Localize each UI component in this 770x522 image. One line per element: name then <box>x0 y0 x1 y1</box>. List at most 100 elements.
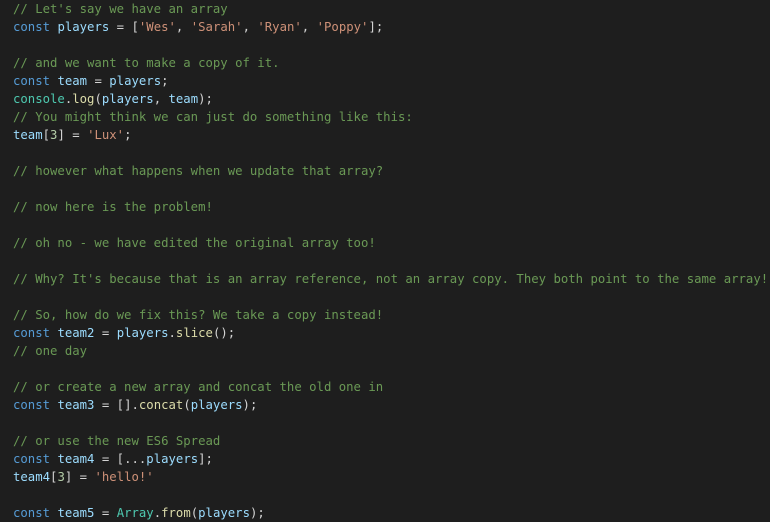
code-line[interactable]: const team2 = players.slice(); <box>0 324 770 342</box>
code-punctuation: ( <box>183 398 191 412</box>
code-string: 'Sarah' <box>190 20 243 34</box>
code-punctuation: = <box>94 326 117 340</box>
code-line[interactable] <box>0 360 770 378</box>
code-punctuation: = [ <box>109 20 139 34</box>
code-identifier: team <box>168 92 199 106</box>
code-identifier: team5 <box>57 506 95 520</box>
code-string: 'Ryan' <box>257 20 302 34</box>
code-line[interactable] <box>0 216 770 234</box>
code-identifier: team4 <box>13 470 51 484</box>
code-punctuation: ; <box>161 74 169 88</box>
code-comment: // however what happens when we update t… <box>13 164 384 178</box>
code-line[interactable] <box>0 414 770 432</box>
code-line[interactable]: // Why? It's because that is an array re… <box>0 270 770 288</box>
code-line[interactable] <box>0 252 770 270</box>
code-punctuation: = [... <box>94 452 147 466</box>
code-line[interactable]: // one day <box>0 342 770 360</box>
code-identifier: team3 <box>57 398 95 412</box>
code-object-name: console <box>13 92 65 106</box>
code-punctuation: ( <box>94 92 102 106</box>
code-punctuation: = <box>94 506 117 520</box>
code-line[interactable]: // or use the new ES6 Spread <box>0 432 770 450</box>
code-keyword: const <box>13 452 51 466</box>
code-comment: // oh no - we have edited the original a… <box>13 236 376 250</box>
code-punctuation: ); <box>242 398 258 412</box>
code-punctuation: , <box>175 20 191 34</box>
code-line[interactable]: // You might think we can just do someth… <box>0 108 770 126</box>
code-line[interactable]: team[3] = 'Lux'; <box>0 126 770 144</box>
code-comment: // one day <box>13 344 88 358</box>
code-comment: // or use the new ES6 Spread <box>13 434 221 448</box>
code-line[interactable] <box>0 288 770 306</box>
code-punctuation: , <box>242 20 258 34</box>
code-line[interactable] <box>0 144 770 162</box>
code-string: 'hello!' <box>94 470 154 484</box>
code-identifier: players <box>57 20 110 34</box>
code-punctuation: = <box>87 74 110 88</box>
code-identifier: team4 <box>57 452 95 466</box>
code-punctuation: , <box>153 92 169 106</box>
code-punctuation: ] = <box>64 470 95 484</box>
code-line[interactable]: team4[3] = 'hello!' <box>0 468 770 486</box>
code-punctuation: = []. <box>94 398 139 412</box>
code-punctuation: [ <box>42 128 51 142</box>
code-line[interactable]: // So, how do we fix this? We take a cop… <box>0 306 770 324</box>
code-line[interactable]: const team3 = [].concat(players); <box>0 396 770 414</box>
code-punctuation: ] = <box>57 128 88 142</box>
code-identifier: players <box>190 398 243 412</box>
code-string: 'Wes' <box>138 20 176 34</box>
code-line[interactable]: const team = players; <box>0 72 770 90</box>
code-keyword: const <box>13 398 51 412</box>
code-punctuation: ); <box>198 92 213 106</box>
code-comment: // and we want to make a copy of it. <box>13 56 280 70</box>
code-punctuation: ); <box>249 506 265 520</box>
code-line[interactable]: // or create a new array and concat the … <box>0 378 770 396</box>
code-line[interactable] <box>0 180 770 198</box>
code-identifier: players <box>101 92 154 106</box>
code-line[interactable]: // oh no - we have edited the original a… <box>0 234 770 252</box>
code-line[interactable]: const players = ['Wes', 'Sarah', 'Ryan',… <box>0 18 770 36</box>
code-comment: // Why? It's because that is an array re… <box>13 272 769 286</box>
code-keyword: const <box>13 20 51 34</box>
code-function-name: slice <box>175 326 213 340</box>
code-comment: // or create a new array and concat the … <box>13 380 384 394</box>
code-punctuation: , <box>301 20 317 34</box>
code-punctuation: . <box>168 326 176 340</box>
code-punctuation: ; <box>124 128 132 142</box>
code-identifier: team2 <box>57 326 95 340</box>
code-line[interactable]: // and we want to make a copy of it. <box>0 54 770 72</box>
code-comment: // now here is the problem! <box>13 200 213 214</box>
code-comment: // Let's say we have an array <box>13 2 228 16</box>
code-punctuation: ]; <box>368 20 384 34</box>
code-identifier: team <box>57 74 88 88</box>
code-comment: // So, how do we fix this? We take a cop… <box>13 308 384 322</box>
code-string: 'Poppy' <box>316 20 369 34</box>
code-identifier: players <box>109 74 162 88</box>
code-line[interactable]: // now here is the problem! <box>0 198 770 216</box>
code-line[interactable] <box>0 486 770 504</box>
code-line[interactable]: // Let's say we have an array <box>0 0 770 18</box>
code-punctuation: . <box>153 506 162 520</box>
code-string: 'Lux' <box>87 128 125 142</box>
code-editor[interactable]: // Let's say we have an array const playe… <box>0 0 770 522</box>
code-line[interactable]: console.log(players, team); <box>0 90 770 108</box>
code-identifier: players <box>116 326 169 340</box>
code-line[interactable]: // however what happens when we update t… <box>0 162 770 180</box>
code-keyword: const <box>13 326 51 340</box>
code-keyword: const <box>13 74 51 88</box>
code-function-name: log <box>72 92 95 106</box>
code-function-name: from <box>161 506 191 520</box>
code-keyword: const <box>13 506 51 520</box>
code-identifier: players <box>146 452 199 466</box>
code-object-name: Array <box>116 506 154 520</box>
code-identifier: team <box>13 128 43 142</box>
code-comment: // You might think we can just do someth… <box>13 110 413 124</box>
code-punctuation: (); <box>212 326 236 340</box>
code-line[interactable]: const team5 = Array.from(players); <box>0 504 770 522</box>
code-identifier: players <box>198 506 250 520</box>
code-function-name: concat <box>138 398 184 412</box>
code-line[interactable] <box>0 36 770 54</box>
code-punctuation: ]; <box>198 452 213 466</box>
code-number: 3 <box>57 470 65 484</box>
code-line[interactable]: const team4 = [...players]; <box>0 450 770 468</box>
